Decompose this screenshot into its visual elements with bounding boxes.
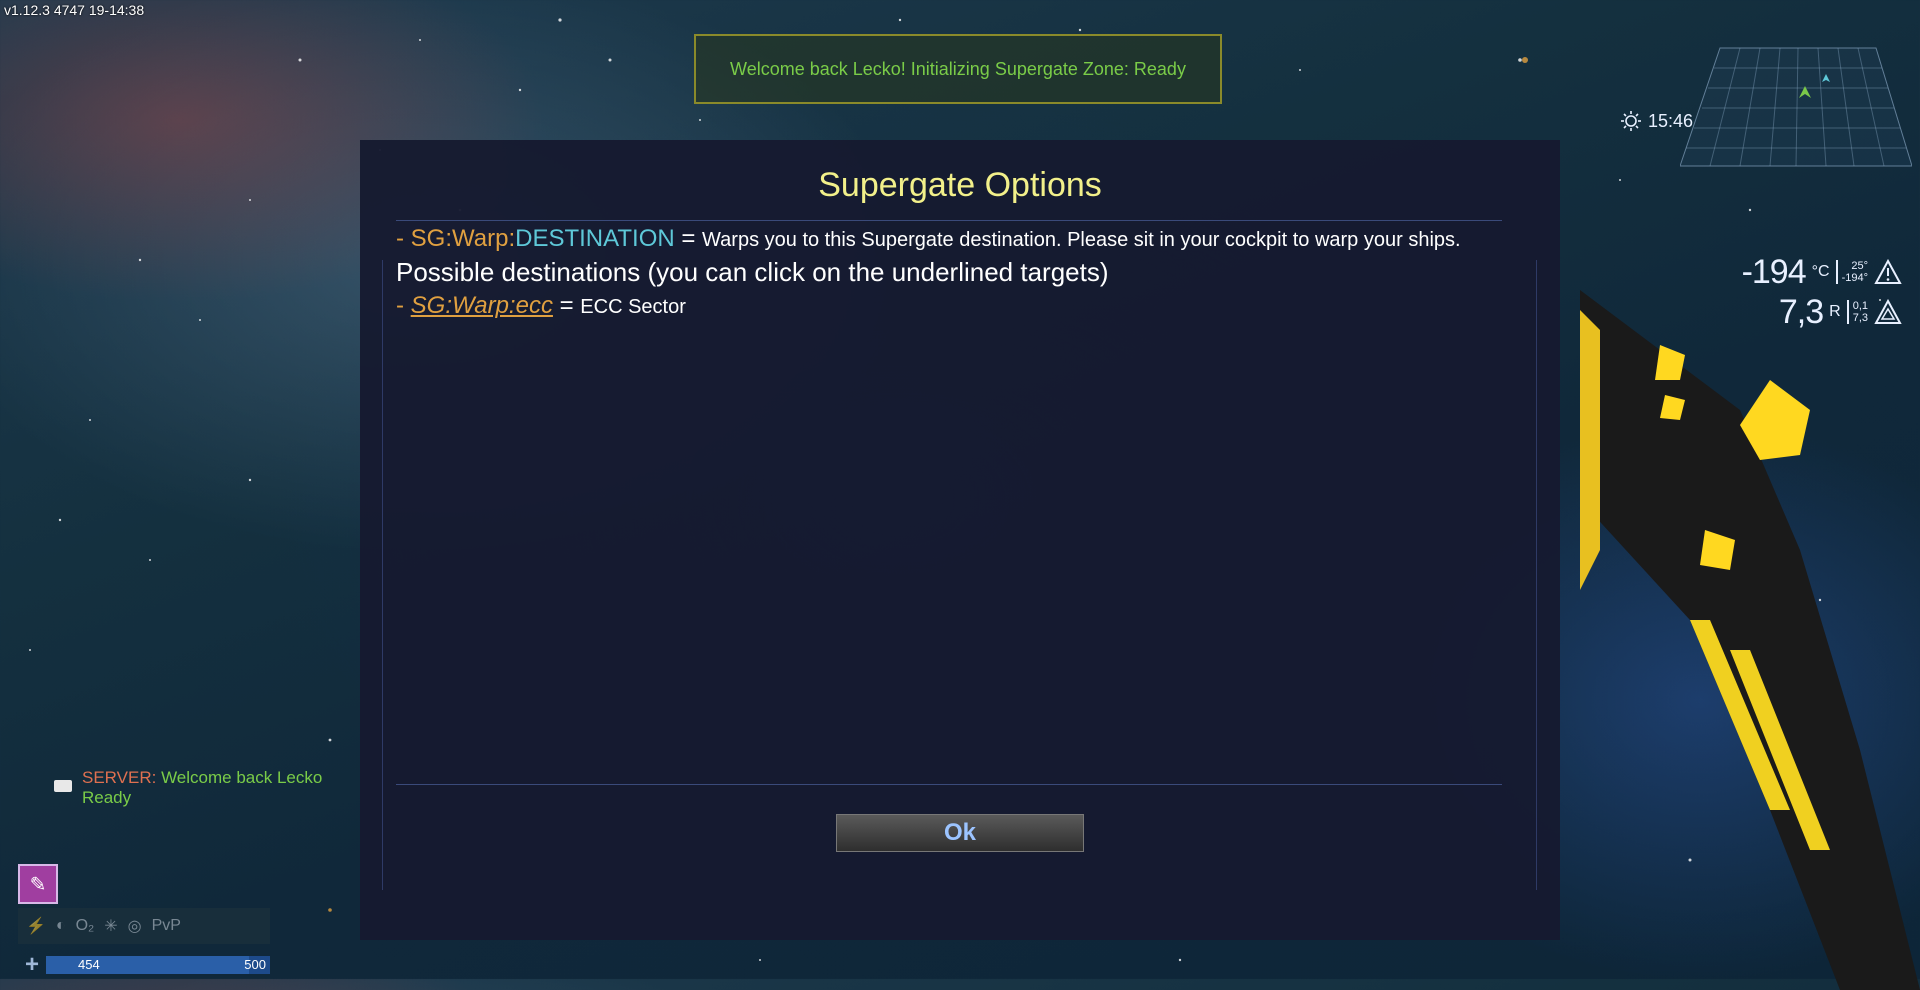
notification-banner: Welcome back Lecko! Initializing Superga… (694, 34, 1222, 104)
radiation-value: 7,3 (1778, 292, 1824, 331)
chat-message-cont: Ready (82, 788, 132, 807)
health-track: 454 500 (46, 956, 270, 974)
destinations-heading: Possible destinations (you can click on … (396, 257, 1109, 287)
health-fill (46, 956, 250, 974)
temperature-unit: °C (1811, 263, 1830, 280)
chat-message: Welcome back Lecko (161, 768, 323, 787)
stamina-icon: ⚡ (26, 918, 46, 935)
destination-equals: = (552, 292, 581, 319)
supergate-structure (1580, 290, 1920, 990)
command-prefix: - SG:Warp: (396, 225, 516, 252)
left-border (382, 260, 383, 890)
version-text: v1.12.3 4747 19-14:38 (4, 2, 145, 18)
footer-divider (396, 784, 1502, 785)
mail-icon (54, 780, 72, 792)
destination-link-ecc[interactable]: SG:Warp:ecc (411, 292, 553, 319)
temperature-value: -194 (1741, 252, 1807, 291)
radiation-unit: R (1829, 303, 1841, 320)
status-icons-bar: ⚡ ◐ O₂ ✳ ◎ PvP (18, 908, 270, 944)
ok-button[interactable]: Ok (836, 814, 1084, 852)
oxygen-icon: O₂ (75, 917, 95, 934)
sun-icon (1621, 111, 1641, 131)
supergate-options-dialog: Supergate Options - SG:Warp:DESTINATION … (360, 140, 1560, 940)
title-divider (396, 220, 1502, 221)
command-help: - SG:Warp:DESTINATION = Warps you to thi… (396, 225, 1496, 252)
temperature-range: 25° -194° (1835, 260, 1868, 284)
radiation-icon: ◎ (127, 918, 142, 935)
warning-icon (1874, 259, 1902, 284)
command-destination: DESTINATION (515, 225, 675, 252)
health-bar: + 454 500 (18, 951, 270, 978)
radiation-range: 0,1 7,3 (1846, 300, 1868, 324)
minimap[interactable] (1680, 46, 1912, 170)
health-current: 454 (78, 957, 100, 972)
dialog-title: Supergate Options (818, 166, 1102, 204)
chat-sender: SERVER: (82, 768, 157, 787)
food-icon: ◐ (55, 917, 66, 934)
right-border (1536, 260, 1537, 890)
dialog-content: - SG:Warp:DESTINATION = Warps you to thi… (396, 225, 1496, 320)
pvp-label: PvP (151, 917, 181, 934)
tool-icon: ✎ (29, 873, 47, 896)
destination-item: - SG:Warp:ecc = ECC Sector (396, 292, 1496, 320)
health-max: 500 (244, 957, 266, 972)
radiation-warning-icon (1874, 299, 1902, 324)
command-equals: = (674, 225, 703, 252)
destination-dash: - (396, 292, 411, 319)
temperature-icon: ✳ (104, 918, 118, 935)
chat-log: SERVER: Welcome back Lecko Ready (54, 768, 376, 808)
hotbar-slot-tool[interactable]: ✎ (18, 864, 58, 904)
destination-name: ECC Sector (580, 296, 686, 318)
command-description: Warps you to this Supergate destination.… (702, 229, 1461, 251)
environment-readout: -194 °C 25° -194° 7,3 R 0,1 7,3 (1742, 252, 1902, 332)
health-icon: + (24, 951, 39, 978)
